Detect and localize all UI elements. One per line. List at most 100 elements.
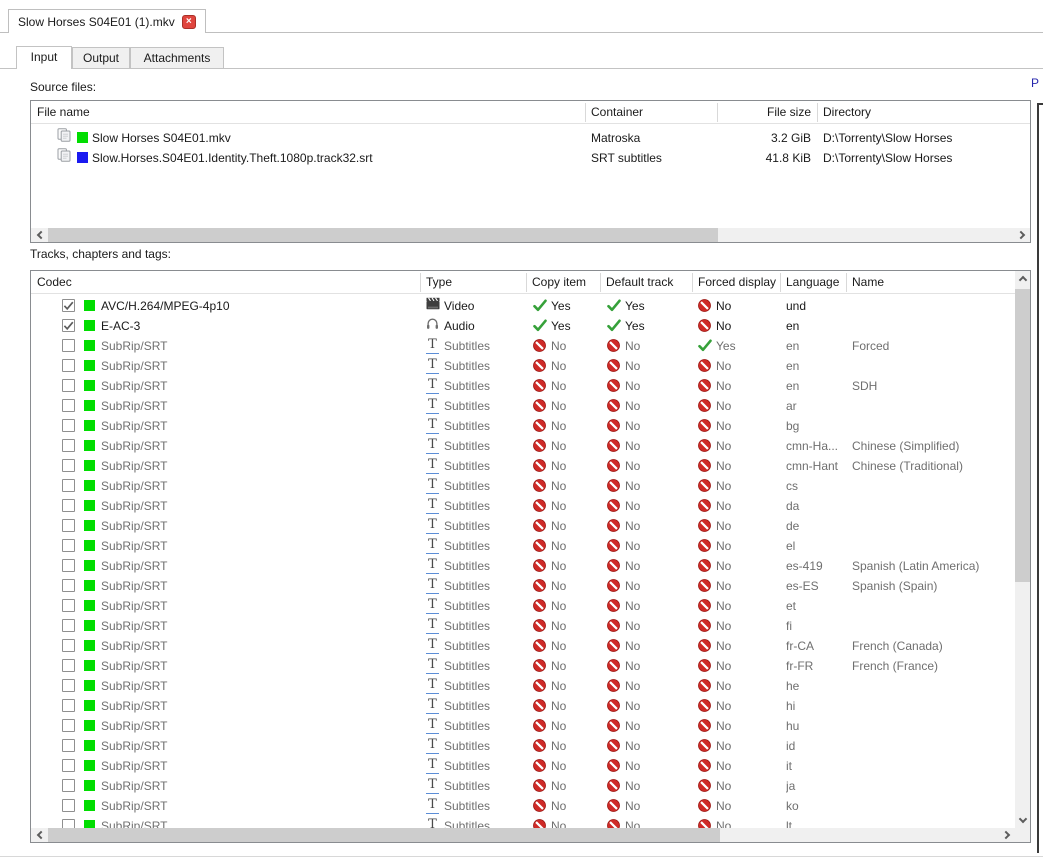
col-header-file-size[interactable]: File size — [717, 101, 811, 123]
track-row[interactable]: SubRip/SRT T Subtitles No No No fr-FR French (F… — [31, 656, 1014, 676]
col-header-copy-item[interactable]: Copy item — [532, 271, 586, 293]
header-separator[interactable] — [717, 103, 718, 122]
track-row[interactable]: SubRip/SRT T Subtitles No No No ar — [31, 396, 1014, 416]
track-row[interactable]: SubRip/SRT T Subtitles No No No hu — [31, 716, 1014, 736]
track-checkbox[interactable] — [62, 299, 75, 312]
track-row[interactable]: SubRip/SRT T Subtitles No No No da — [31, 496, 1014, 516]
scrollbar-thumb[interactable] — [48, 228, 718, 242]
codec: SubRip/SRT — [101, 699, 168, 713]
track-row[interactable]: SubRip/SRT T Subtitles No No No cmn-Ha... Chine… — [31, 436, 1014, 456]
language: en — [786, 379, 800, 393]
track-checkbox[interactable] — [62, 379, 75, 392]
forced-display-value: No — [716, 759, 732, 773]
track-checkbox[interactable] — [62, 359, 75, 372]
track-row[interactable]: SubRip/SRT T Subtitles No No No fi — [31, 616, 1014, 636]
track-row[interactable]: SubRip/SRT T Subtitles No No No en SDH — [31, 376, 1014, 396]
track-checkbox[interactable] — [62, 339, 75, 352]
track-checkbox[interactable] — [62, 539, 75, 552]
source-file-row[interactable]: Slow.Horses.S04E01.Identity.Theft.1080p.… — [31, 148, 1030, 168]
track-row[interactable]: SubRip/SRT T Subtitles No No No hi — [31, 696, 1014, 716]
track-row[interactable]: SubRip/SRT T Subtitles No No No lt — [31, 816, 1014, 828]
track-row[interactable]: SubRip/SRT T Subtitles No No No fr-CA French (C… — [31, 636, 1014, 656]
track-row[interactable]: SubRip/SRT T Subtitles No No No es-ES Spanish (… — [31, 576, 1014, 596]
track-row[interactable]: AVC/H.264/MPEG-4p10 Video Yes Yes No und — [31, 296, 1014, 316]
scrollbar-thumb[interactable] — [48, 828, 720, 842]
track-row[interactable]: SubRip/SRT T Subtitles No No No it — [31, 756, 1014, 776]
track-checkbox[interactable] — [62, 739, 75, 752]
col-header-name[interactable]: Name — [852, 271, 884, 293]
tab-input[interactable]: Input — [16, 46, 72, 69]
forced-display-value: No — [716, 439, 732, 453]
col-header-codec[interactable]: Codec — [37, 271, 72, 293]
track-checkbox[interactable] — [62, 719, 75, 732]
tracks-v-scrollbar[interactable] — [1015, 271, 1030, 828]
track-checkbox[interactable] — [62, 519, 75, 532]
track-row[interactable]: SubRip/SRT T Subtitles No No No el — [31, 536, 1014, 556]
header-separator[interactable] — [420, 273, 421, 292]
track-type: Subtitles — [444, 459, 491, 473]
track-checkbox[interactable] — [62, 799, 75, 812]
header-separator[interactable] — [526, 273, 527, 292]
tab-output[interactable]: Output — [72, 47, 130, 69]
track-checkbox[interactable] — [62, 659, 75, 672]
header-separator[interactable] — [780, 273, 781, 292]
track-checkbox[interactable] — [62, 679, 75, 692]
track-row[interactable]: SubRip/SRT T Subtitles No No Yes en Forced — [31, 336, 1014, 356]
scroll-down-arrow[interactable] — [1015, 812, 1030, 828]
col-header-container[interactable]: Container — [591, 101, 643, 123]
track-checkbox[interactable] — [62, 419, 75, 432]
header-separator[interactable] — [692, 273, 693, 292]
track-row[interactable]: SubRip/SRT T Subtitles No No No de — [31, 516, 1014, 536]
track-row[interactable]: SubRip/SRT T Subtitles No No No cs — [31, 476, 1014, 496]
tracks-h-scrollbar[interactable] — [31, 828, 1015, 842]
track-row[interactable]: SubRip/SRT T Subtitles No No No id — [31, 736, 1014, 756]
header-separator[interactable] — [817, 103, 818, 122]
track-row[interactable]: SubRip/SRT T Subtitles No No No he — [31, 676, 1014, 696]
track-row[interactable]: SubRip/SRT T Subtitles No No No ko — [31, 796, 1014, 816]
track-checkbox[interactable] — [62, 779, 75, 792]
track-checkbox[interactable] — [62, 759, 75, 772]
scroll-left-arrow[interactable] — [31, 828, 48, 842]
source-file-row[interactable]: Slow Horses S04E01.mkv Matroska 3.2 GiB D:\… — [31, 128, 1030, 148]
track-row[interactable]: SubRip/SRT T Subtitles No No No et — [31, 596, 1014, 616]
scroll-right-arrow[interactable] — [998, 828, 1015, 842]
col-header-directory[interactable]: Directory — [823, 101, 871, 123]
track-row[interactable]: E-AC-3 Audio Yes Yes No en — [31, 316, 1014, 336]
header-separator[interactable] — [600, 273, 601, 292]
document-tab[interactable]: Slow Horses S04E01 (1).mkv × — [8, 9, 206, 33]
col-header-default-track[interactable]: Default track — [606, 271, 673, 293]
track-type: Subtitles — [444, 479, 491, 493]
track-checkbox[interactable] — [62, 439, 75, 452]
track-checkbox[interactable] — [62, 479, 75, 492]
scrollbar-thumb[interactable] — [1015, 289, 1030, 582]
track-checkbox[interactable] — [62, 619, 75, 632]
source-h-scrollbar[interactable] — [31, 228, 1030, 242]
track-checkbox[interactable] — [62, 639, 75, 652]
track-checkbox[interactable] — [62, 599, 75, 612]
track-checkbox[interactable] — [62, 819, 75, 828]
tab-attachments[interactable]: Attachments — [130, 47, 224, 69]
col-header-type[interactable]: Type — [426, 271, 452, 293]
track-checkbox[interactable] — [62, 559, 75, 572]
track-row[interactable]: SubRip/SRT T Subtitles No No No cmn-Hant Chines… — [31, 456, 1014, 476]
scroll-left-arrow[interactable] — [31, 228, 48, 242]
track-checkbox[interactable] — [62, 399, 75, 412]
track-row[interactable]: SubRip/SRT T Subtitles No No No es-419 Spanish … — [31, 556, 1014, 576]
scroll-right-arrow[interactable] — [1013, 228, 1030, 242]
track-row[interactable]: SubRip/SRT T Subtitles No No No bg — [31, 416, 1014, 436]
col-header-forced-display[interactable]: Forced display — [698, 271, 776, 293]
header-separator[interactable] — [585, 103, 586, 122]
track-checkbox[interactable] — [62, 499, 75, 512]
track-row[interactable]: SubRip/SRT T Subtitles No No No en — [31, 356, 1014, 376]
no-icon — [607, 419, 620, 432]
track-checkbox[interactable] — [62, 699, 75, 712]
col-header-language[interactable]: Language — [786, 271, 839, 293]
scroll-up-arrow[interactable] — [1015, 271, 1030, 287]
track-row[interactable]: SubRip/SRT T Subtitles No No No ja — [31, 776, 1014, 796]
track-checkbox[interactable] — [62, 319, 75, 332]
header-separator[interactable] — [846, 273, 847, 292]
col-header-file-name[interactable]: File name — [37, 101, 90, 123]
close-tab-icon[interactable]: × — [181, 14, 196, 29]
track-checkbox[interactable] — [62, 579, 75, 592]
track-checkbox[interactable] — [62, 459, 75, 472]
